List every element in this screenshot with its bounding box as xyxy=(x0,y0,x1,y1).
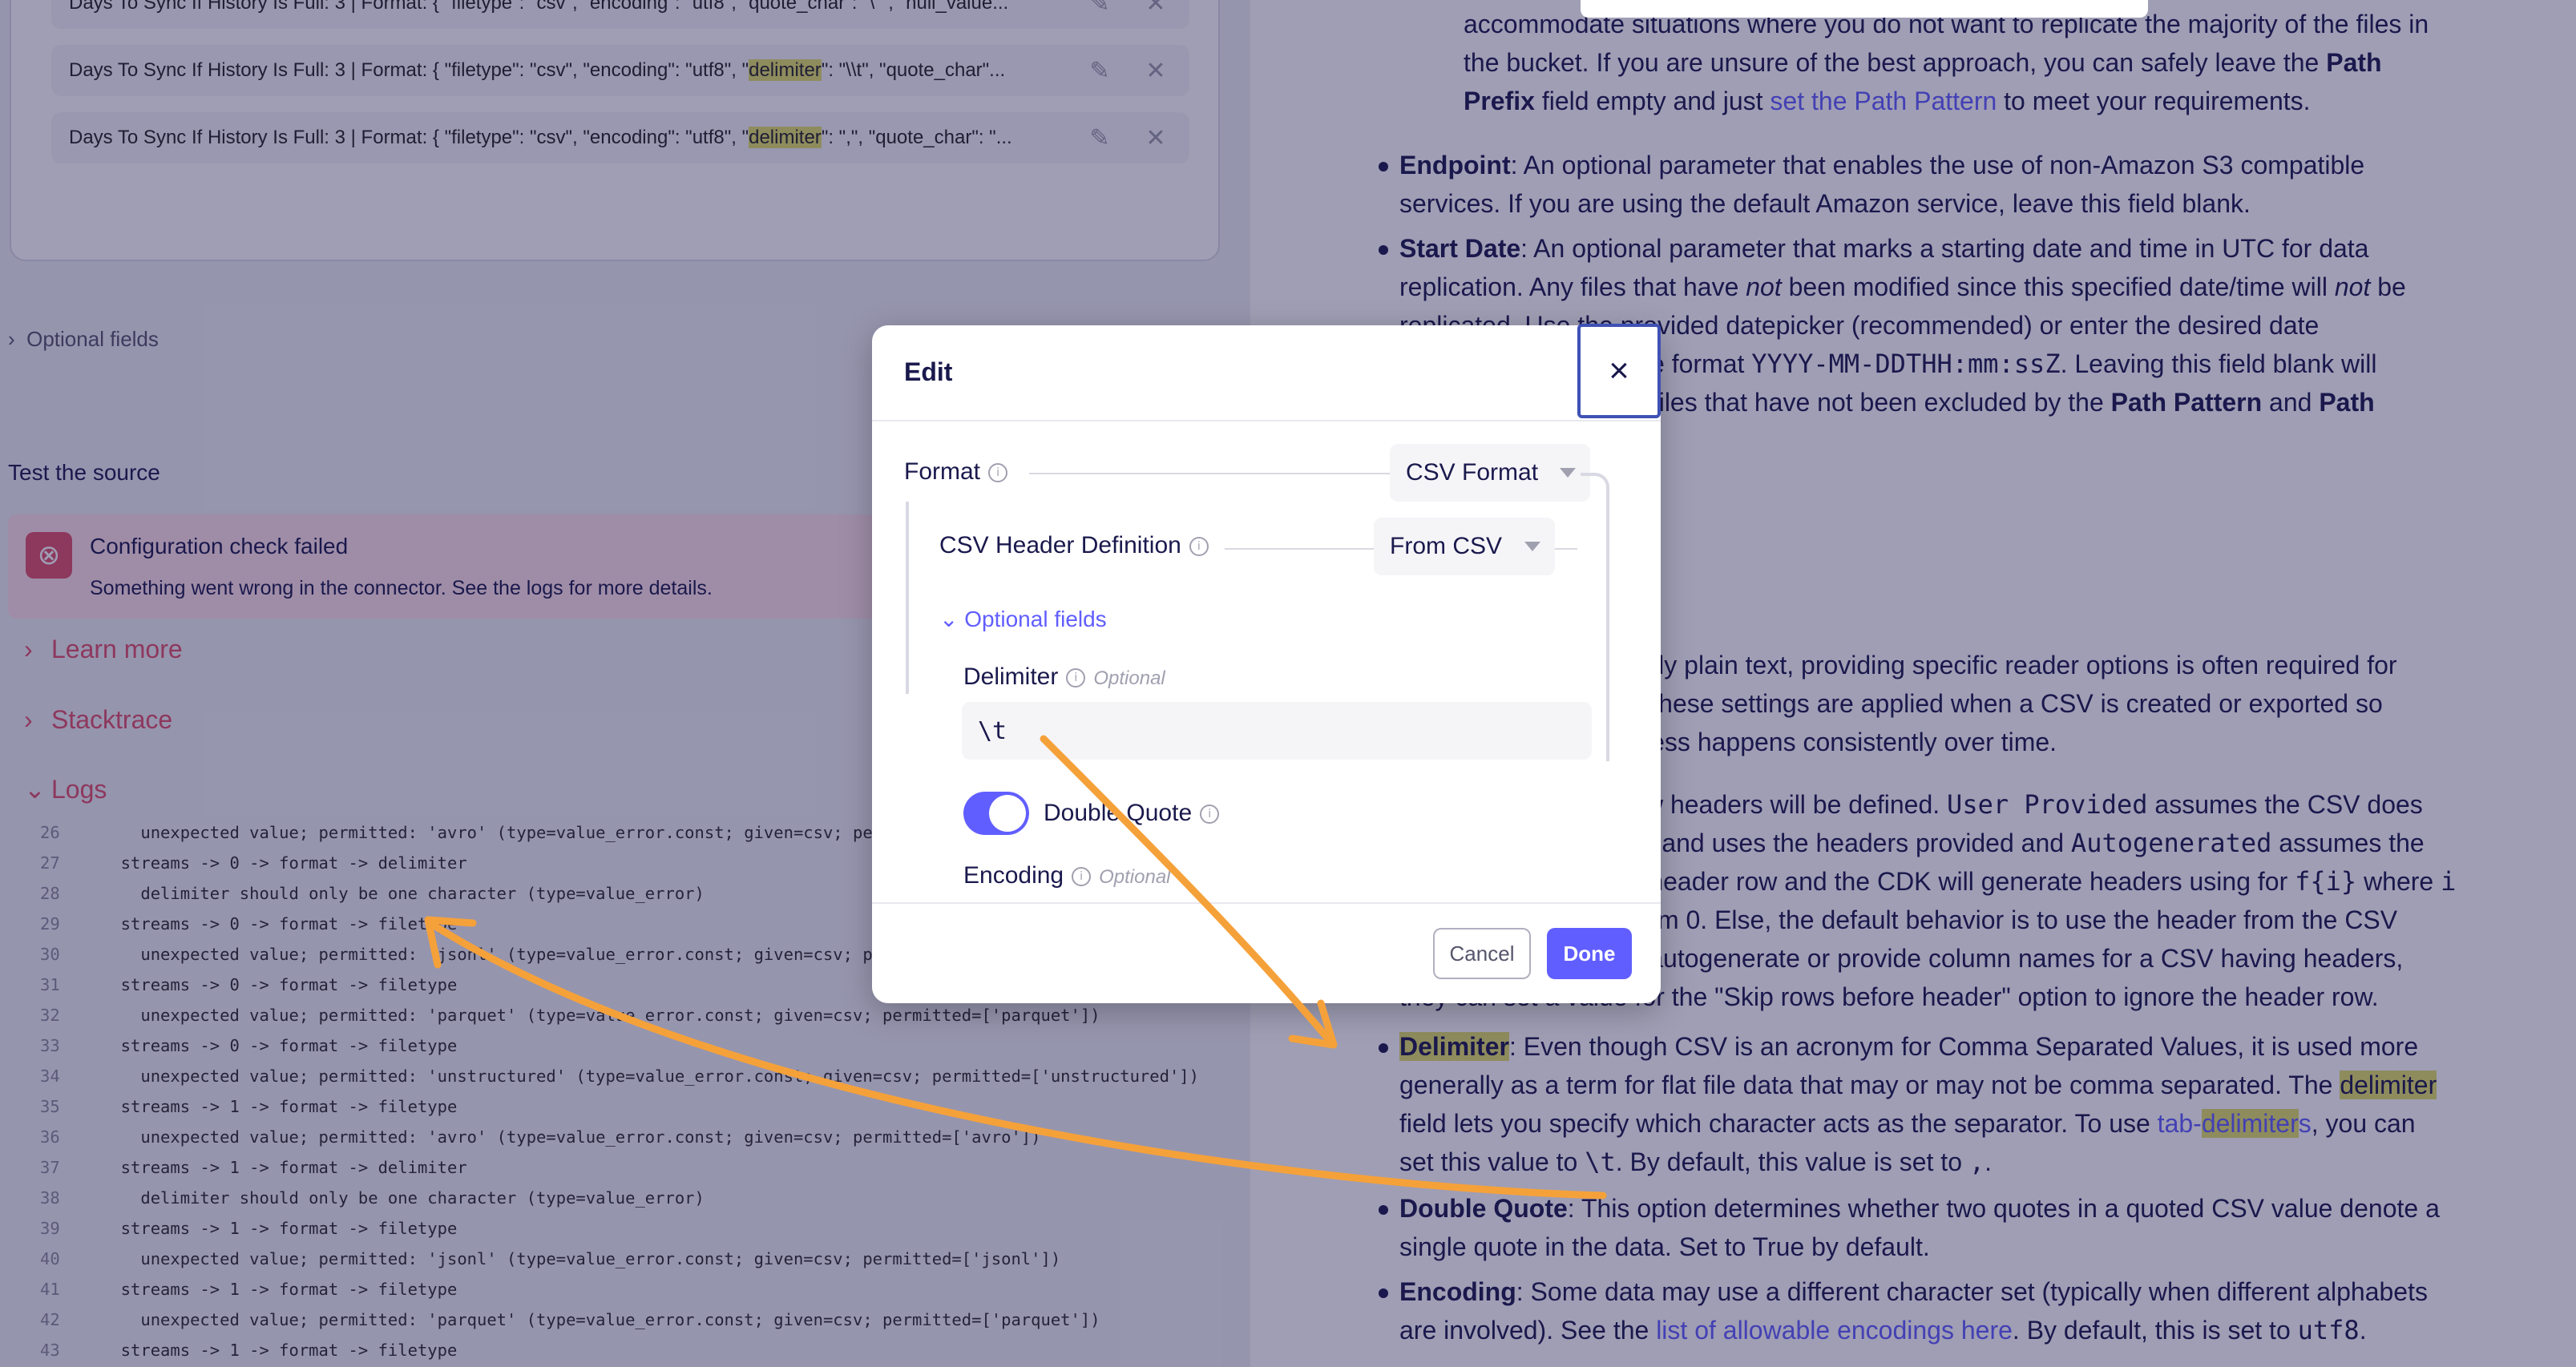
header-definition-label: CSV Header Definition i xyxy=(939,532,1209,559)
optional-fields-toggle[interactable]: ⌄ Optional fields xyxy=(939,606,1107,632)
done-button[interactable]: Done xyxy=(1547,928,1632,979)
info-icon: i xyxy=(1189,537,1209,557)
format-label: Format i xyxy=(904,458,1008,486)
caret-down-icon xyxy=(1560,468,1576,478)
divider xyxy=(872,902,1661,904)
divider xyxy=(872,420,1661,421)
close-button[interactable]: × xyxy=(1577,324,1661,418)
cancel-button[interactable]: Cancel xyxy=(1433,928,1531,979)
header-definition-select[interactable]: From CSV xyxy=(1374,518,1555,575)
format-select[interactable]: CSV Format xyxy=(1390,444,1590,502)
double-quote-toggle[interactable] xyxy=(963,792,1029,835)
info-icon: i xyxy=(1200,804,1220,825)
delimiter-label: Delimiter i Optional xyxy=(963,663,1165,690)
info-icon: i xyxy=(988,463,1008,483)
dropdown-remnant xyxy=(1581,0,2148,18)
modal-title: Edit xyxy=(904,357,953,386)
caret-down-icon xyxy=(1524,542,1540,551)
section-border xyxy=(906,502,909,694)
info-icon: i xyxy=(1066,668,1086,688)
scroll-fade xyxy=(872,899,1661,915)
encoding-label: Encoding i Optional xyxy=(963,862,1171,889)
chevron-down-icon: ⌄ xyxy=(939,607,959,631)
info-icon: i xyxy=(1072,867,1092,887)
close-icon: × xyxy=(1609,351,1629,390)
toggle-knob xyxy=(989,795,1026,832)
delimiter-input[interactable]: \t xyxy=(962,702,1592,760)
edit-stream-modal: Edit × Format i CSV Format CSV Header Def… xyxy=(872,324,1661,1003)
double-quote-label: Double Quote i xyxy=(1044,800,1220,827)
